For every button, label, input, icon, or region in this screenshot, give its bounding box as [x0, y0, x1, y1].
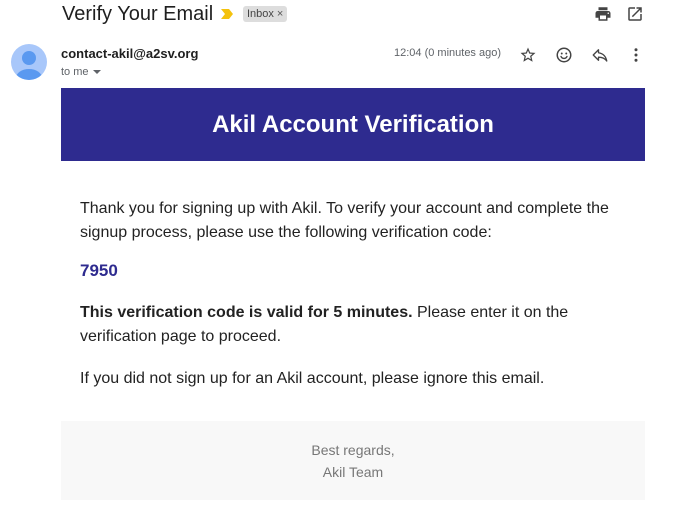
important-marker-icon[interactable]	[221, 9, 233, 19]
recipient-label: to me	[61, 66, 89, 78]
inbox-label[interactable]: Inbox ×	[243, 6, 288, 22]
sign-off-text: Best regards,	[311, 442, 395, 458]
intro-paragraph: Thank you for signing up with Akil. To v…	[80, 200, 609, 241]
print-icon[interactable]	[593, 4, 613, 24]
open-in-new-window-icon[interactable]	[625, 4, 645, 24]
recipient-details[interactable]: to me	[61, 66, 101, 78]
emoji-reaction-icon[interactable]	[553, 44, 575, 66]
email-footer: Best regards, Akil Team	[61, 421, 645, 500]
validity-bold-text: This verification code is valid for 5 mi…	[80, 304, 413, 321]
validity-paragraph: This verification code is valid for 5 mi…	[80, 301, 635, 349]
verification-code: 7950	[80, 261, 118, 280]
banner-title: Akil Account Verification	[212, 110, 494, 138]
email-subject: Verify Your Email	[62, 3, 214, 25]
star-icon[interactable]	[517, 44, 539, 66]
sender-avatar[interactable]	[11, 44, 47, 80]
sender-email[interactable]: contact-akil@a2sv.org	[61, 46, 198, 61]
reply-icon[interactable]	[589, 44, 611, 66]
more-vert-icon[interactable]	[625, 44, 647, 66]
email-timestamp: 12:04 (0 minutes ago)	[394, 47, 502, 59]
remove-label-icon[interactable]: ×	[277, 6, 283, 22]
chevron-down-icon[interactable]	[92, 69, 101, 75]
ignore-note-paragraph: If you did not sign up for an Akil accou…	[80, 370, 545, 387]
email-banner: Akil Account Verification	[61, 88, 645, 161]
inbox-label-text: Inbox	[247, 8, 274, 20]
team-signature: Akil Team	[322, 464, 384, 480]
